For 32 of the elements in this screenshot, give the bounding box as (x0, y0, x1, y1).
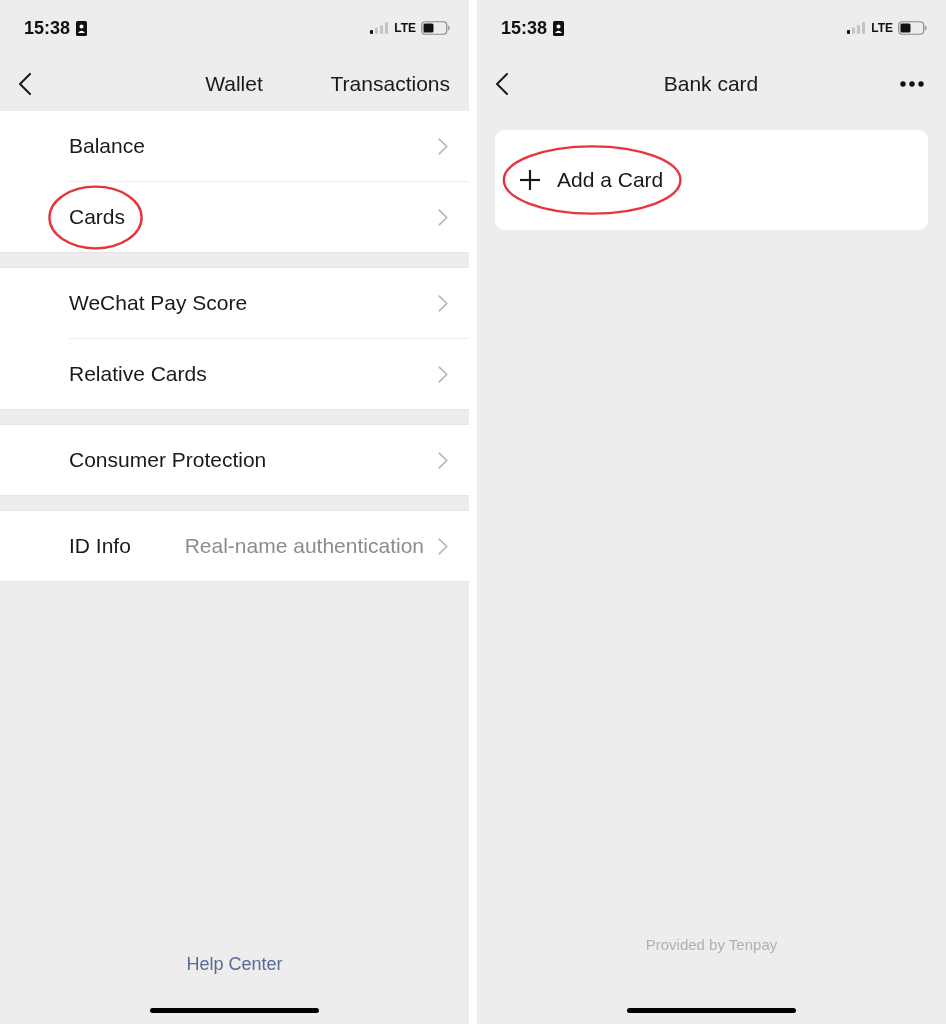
chevron-right-icon (438, 294, 448, 312)
transactions-link[interactable]: Transactions (330, 71, 450, 96)
list-item[interactable]: Balance (0, 111, 469, 181)
chevron-right-icon (438, 137, 448, 155)
status-time: 15:38 (501, 17, 548, 39)
item-value: Real-name authentication (184, 534, 424, 558)
back-icon[interactable] (495, 72, 509, 95)
chevron-right-icon (438, 208, 448, 226)
signal-icon (370, 22, 390, 34)
list-item[interactable]: WeChat Pay Score (0, 268, 469, 338)
battery-icon (898, 21, 927, 35)
chevron-right-icon (438, 451, 448, 469)
nav-title: Bank card (663, 71, 759, 96)
chevron-right-icon (438, 537, 448, 555)
chevron-right-icon (438, 365, 448, 383)
person-card-icon (76, 20, 88, 36)
back-icon[interactable] (18, 72, 32, 95)
provider-note: Provided by Tenpay (645, 936, 778, 954)
list-item[interactable]: Relative Cards (0, 339, 469, 409)
network-label: LTE (394, 21, 416, 35)
list-item[interactable]: Consumer Protection (0, 425, 469, 495)
person-card-icon (553, 20, 565, 36)
signal-icon (847, 22, 867, 34)
network-label: LTE (871, 21, 893, 35)
help-center-link[interactable]: Help Center (186, 954, 283, 974)
more-icon[interactable] (900, 80, 924, 87)
status-time: 15:38 (24, 17, 71, 39)
battery-icon (421, 21, 450, 35)
list-item[interactable]: ID Info Real-name authentication (0, 511, 469, 581)
nav-title: Wallet (205, 71, 263, 96)
plus-icon (520, 170, 540, 190)
list-item[interactable]: Cards (0, 182, 469, 252)
